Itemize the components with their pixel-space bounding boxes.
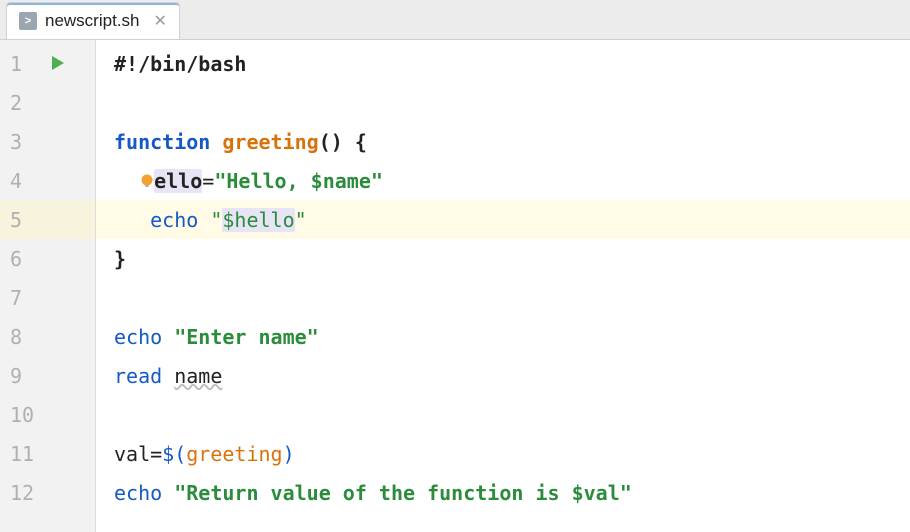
code-line[interactable]: function greeting() { — [96, 122, 910, 161]
eq: = — [150, 442, 162, 466]
code-line[interactable]: echo "Return value of the function is $v… — [96, 473, 910, 512]
string: "Enter name" — [174, 325, 319, 349]
brace: } — [114, 247, 126, 271]
dollar-close: ) — [283, 442, 295, 466]
line-number: 1 — [10, 52, 40, 76]
identifier: val — [114, 442, 150, 466]
var-part: ello — [154, 169, 202, 193]
indent — [114, 169, 138, 193]
indent — [114, 208, 150, 232]
code-line[interactable]: val=$(greeting) — [96, 434, 910, 473]
string-quote: " — [174, 481, 186, 505]
code-line[interactable]: #!/bin/bash — [96, 44, 910, 83]
brace: { — [343, 130, 367, 154]
dollar-open: $( — [162, 442, 186, 466]
line-number: 2 — [10, 91, 40, 115]
code-line[interactable] — [96, 395, 910, 434]
shell-file-icon: > — [19, 12, 37, 30]
close-icon[interactable]: ✕ — [147, 11, 166, 31]
line-number: 8 — [10, 325, 40, 349]
code-line[interactable] — [96, 278, 910, 317]
string-quote: " — [295, 208, 307, 232]
string-var: $val — [572, 481, 620, 505]
tab-bar: > newscript.sh ✕ — [0, 0, 910, 40]
code-line[interactable]: echo "$hello" — [96, 200, 910, 239]
keyword: echo — [150, 208, 198, 232]
code-line[interactable]: ello="Hello, $name" — [96, 161, 910, 200]
code-line[interactable]: read name — [96, 356, 910, 395]
gutter-line[interactable]: 10 — [0, 395, 95, 434]
line-number: 12 — [10, 481, 40, 505]
sp — [162, 364, 174, 388]
gutter-line[interactable]: 6 — [0, 239, 95, 278]
gutter-line[interactable]: 11 — [0, 434, 95, 473]
code-line[interactable]: } — [96, 239, 910, 278]
gutter-line[interactable]: 7 — [0, 278, 95, 317]
line-number: 3 — [10, 130, 40, 154]
sp — [162, 481, 174, 505]
string-var: $hello — [222, 208, 294, 232]
keyword: echo — [114, 325, 162, 349]
shebang: #!/bin/bash — [114, 52, 246, 76]
string-quote: " — [214, 169, 226, 193]
line-number: 7 — [10, 286, 40, 310]
gutter-line[interactable]: 1 — [0, 44, 95, 83]
editor-root: > newscript.sh ✕ 1 2 3 4 5 6 7 8 9 10 11… — [0, 0, 910, 532]
gutter-line[interactable]: 9 — [0, 356, 95, 395]
tab-newscript[interactable]: > newscript.sh ✕ — [6, 2, 180, 39]
line-number: 11 — [10, 442, 40, 466]
string-quote: " — [210, 208, 222, 232]
identifier: name — [174, 364, 222, 388]
keyword: echo — [114, 481, 162, 505]
code-line[interactable]: echo "Enter name" — [96, 317, 910, 356]
line-number: 5 — [10, 208, 40, 232]
run-icon[interactable] — [50, 52, 66, 76]
gutter-line[interactable]: 4 — [0, 161, 95, 200]
sp — [162, 325, 174, 349]
line-number: 6 — [10, 247, 40, 271]
code-line[interactable] — [96, 83, 910, 122]
keyword: read — [114, 364, 162, 388]
tab-label: newscript.sh — [45, 11, 139, 31]
function-call: greeting — [186, 442, 282, 466]
line-number: 4 — [10, 169, 40, 193]
string-body: Return value of the function is — [186, 481, 571, 505]
sp — [198, 208, 210, 232]
gutter-line[interactable]: 3 — [0, 122, 95, 161]
eq: = — [202, 169, 214, 193]
string-body: Hello, — [226, 169, 310, 193]
paren: () — [319, 130, 343, 154]
function-name: greeting — [222, 130, 318, 154]
gutter-line[interactable]: 12 — [0, 473, 95, 512]
string-quote: " — [620, 481, 632, 505]
gutter-line[interactable]: 5 — [0, 200, 95, 239]
code-area[interactable]: #!/bin/bash function greeting() { ello="… — [96, 40, 910, 532]
keyword: function — [114, 130, 210, 154]
shell-file-icon-glyph: > — [25, 15, 31, 27]
line-number: 9 — [10, 364, 40, 388]
string-var: $name — [311, 169, 371, 193]
gutter-line[interactable]: 8 — [0, 317, 95, 356]
string-quote: " — [371, 169, 383, 193]
gutter: 1 2 3 4 5 6 7 8 9 10 11 12 — [0, 40, 96, 532]
line-number: 10 — [10, 403, 40, 427]
editor: 1 2 3 4 5 6 7 8 9 10 11 12 #!/bin/bash f — [0, 40, 910, 532]
gutter-line[interactable]: 2 — [0, 83, 95, 122]
